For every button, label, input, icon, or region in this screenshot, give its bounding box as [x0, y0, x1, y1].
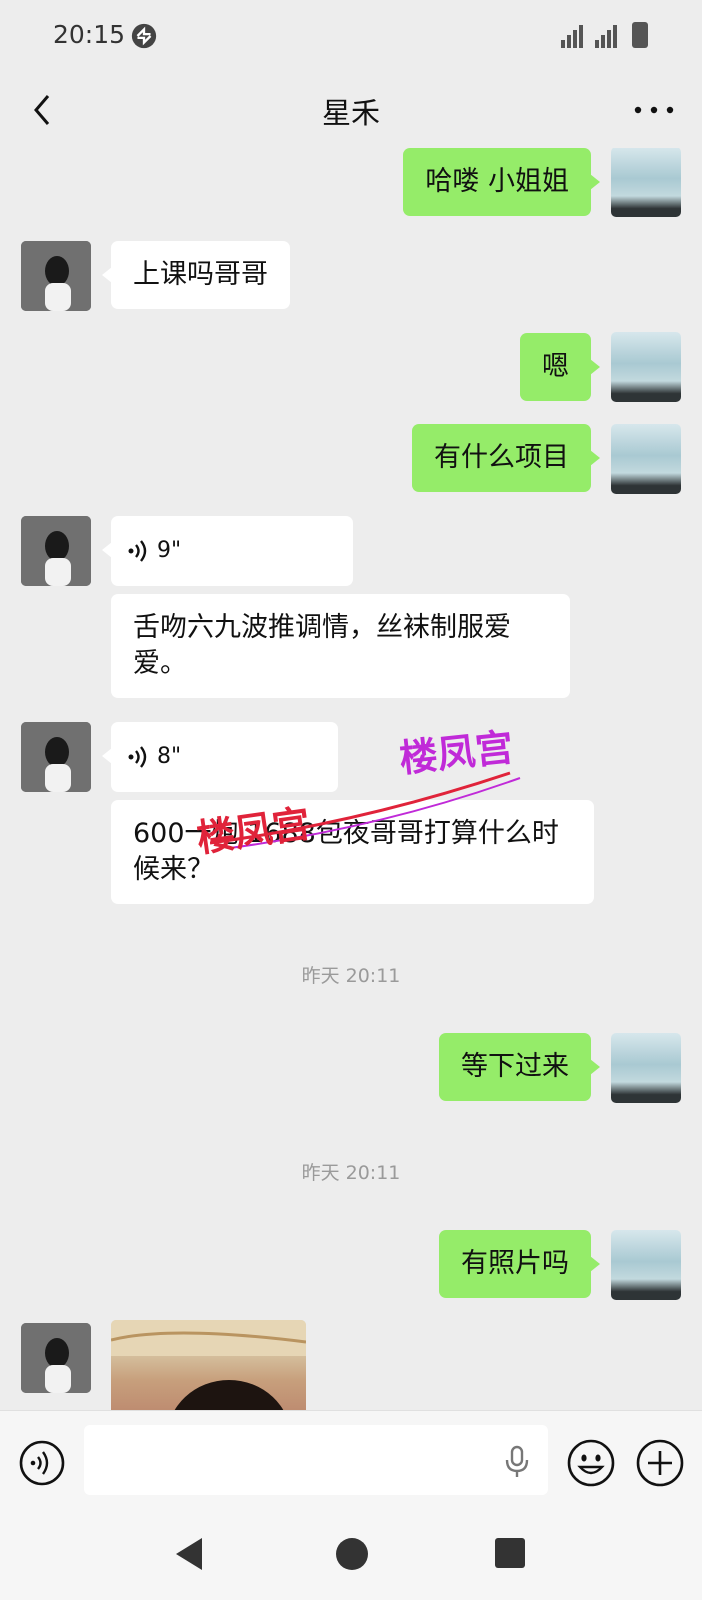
message-input[interactable]	[84, 1425, 548, 1495]
watermark: 楼凤宫	[397, 725, 516, 781]
status-time: 20:15	[53, 20, 126, 49]
message-bubble-received[interactable]: 上课吗哥哥	[102, 241, 290, 309]
my-avatar[interactable]	[611, 1033, 681, 1103]
my-avatar[interactable]	[611, 148, 681, 217]
message-bubble-sent[interactable]: 有什么项目	[412, 424, 600, 492]
nav-back-icon[interactable]	[172, 1536, 206, 1572]
status-bar: 20:15	[0, 0, 702, 72]
chat-header: 星禾	[0, 72, 702, 148]
chat-title: 星禾	[321, 96, 380, 130]
message-bubble-sent[interactable]: 哈喽 小姐姐	[403, 148, 600, 216]
add-icon[interactable]	[634, 1437, 686, 1489]
voice-duration: 9"	[157, 538, 182, 563]
sync-icon	[131, 23, 157, 49]
voice-message[interactable]: 8"	[102, 722, 338, 792]
my-avatar[interactable]	[611, 424, 681, 494]
message-bubble-received[interactable]: 600一炮 1688包夜哥哥打算什么时候来？	[111, 800, 594, 904]
battery-icon	[632, 22, 648, 48]
message-bubble-sent[interactable]: 有照片吗	[439, 1230, 600, 1298]
contact-avatar[interactable]	[21, 1323, 91, 1393]
voice-input-icon[interactable]	[18, 1439, 66, 1487]
mic-icon[interactable]	[504, 1445, 530, 1479]
emoji-icon[interactable]	[565, 1437, 617, 1489]
navigation-bar	[0, 1516, 702, 1600]
my-avatar[interactable]	[611, 332, 681, 402]
message-bubble-sent[interactable]: 等下过来	[439, 1033, 600, 1101]
photo-message[interactable]	[111, 1320, 306, 1410]
signal-icon	[595, 25, 617, 48]
timestamp: 昨天 20:11	[301, 965, 401, 987]
input-bar	[0, 1410, 702, 1516]
signal-icon	[561, 25, 583, 48]
message-bubble-received[interactable]: 舌吻六九波推调情，丝袜制服爱爱。	[111, 594, 570, 698]
more-icon[interactable]	[632, 100, 676, 120]
voice-wave-icon	[128, 746, 147, 768]
nav-home-icon[interactable]	[334, 1536, 370, 1572]
contact-avatar[interactable]	[21, 516, 91, 586]
my-avatar[interactable]	[611, 1230, 681, 1300]
voice-wave-icon	[128, 540, 147, 562]
nav-recents-icon[interactable]	[494, 1537, 526, 1569]
timestamp: 昨天 20:11	[301, 1162, 401, 1184]
message-bubble-sent[interactable]: 嗯	[520, 333, 600, 401]
voice-message[interactable]: 9"	[102, 516, 353, 586]
contact-avatar[interactable]	[21, 241, 91, 311]
voice-duration: 8"	[157, 744, 182, 769]
contact-avatar[interactable]	[21, 722, 91, 792]
chat-area[interactable]: 哈喽 小姐姐 上课吗哥哥 嗯 有什么项目 9" 舌吻六九波推调情，丝袜制服爱爱。…	[0, 148, 702, 1410]
